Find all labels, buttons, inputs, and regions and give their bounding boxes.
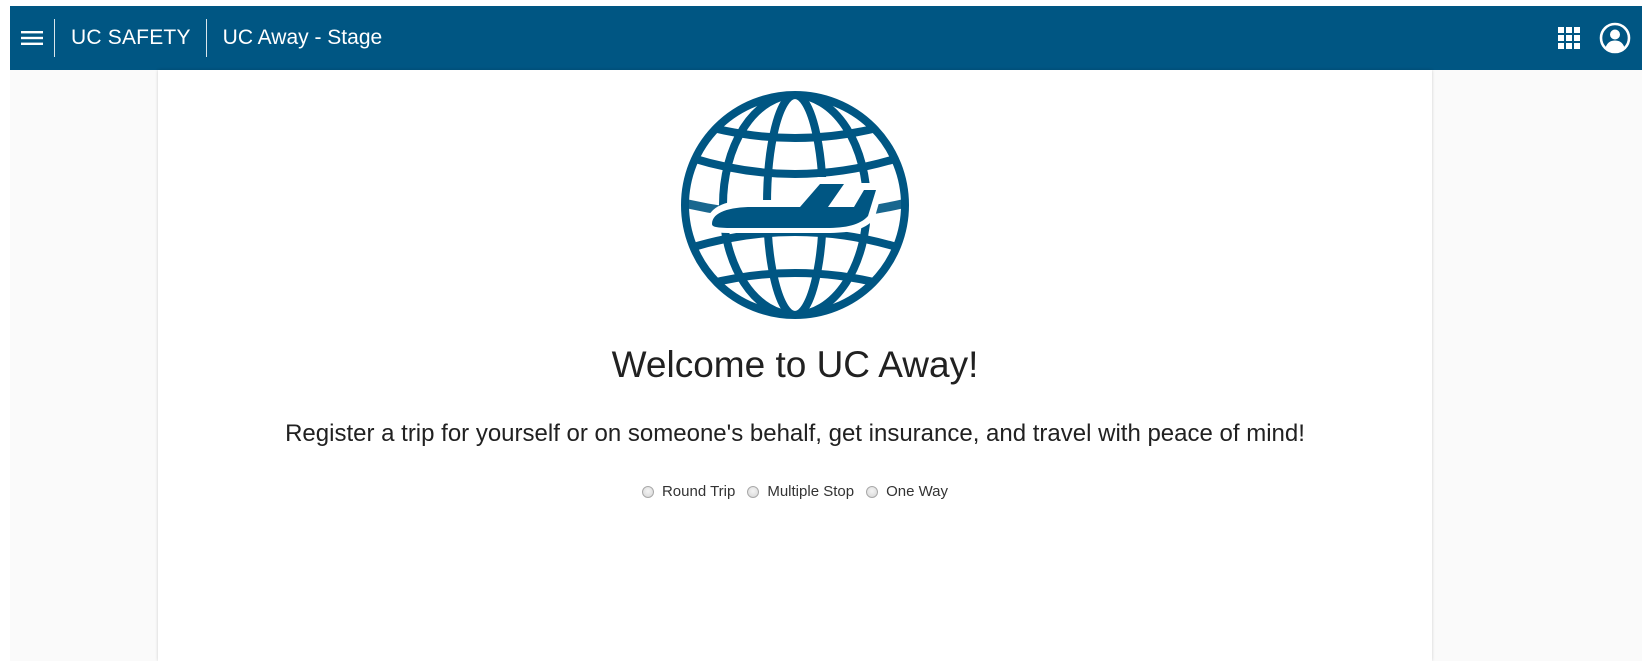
app-frame: UC SAFETY UC Away - Stage Welcome to UC … [10,6,1642,661]
trip-type-label: Multiple Stop [767,483,855,500]
header-divider [205,19,207,57]
top-app-bar: UC SAFETY UC Away - Stage [10,6,1642,70]
trip-type-label: One Way [886,483,949,500]
app-title[interactable]: UC Away - Stage [207,26,399,50]
apps-grid-icon [1558,27,1580,49]
apps-button[interactable] [1550,6,1588,70]
trip-type-radio-group: Round Trip Multiple Stop One Way [158,483,1432,500]
account-circle-icon [1599,22,1631,54]
welcome-subtitle: Register a trip for yourself or on someo… [285,420,1305,447]
welcome-heading: Welcome to UC Away! [611,344,979,385]
hamburger-menu-icon [21,31,43,45]
menu-button[interactable] [10,6,54,70]
uc-away-logo [678,88,912,322]
header-divider [54,19,55,57]
globe-airplane-icon [681,91,909,319]
trip-type-label: Round Trip [661,483,736,500]
content-card: Welcome to UC Away! Register a trip for … [158,70,1432,661]
account-button[interactable] [1596,6,1634,70]
trip-type-one-way[interactable]: One Way [866,483,948,500]
round-trip-radio[interactable] [641,485,654,498]
one-way-radio[interactable] [866,485,879,498]
trip-type-round-trip[interactable]: Round Trip [641,483,736,500]
trip-type-multiple-stop[interactable]: Multiple Stop [747,483,854,500]
brand-name[interactable]: UC SAFETY [55,26,206,50]
page: UC SAFETY UC Away - Stage Welcome to UC … [0,0,1642,661]
multiple-stop-radio[interactable] [747,485,760,498]
